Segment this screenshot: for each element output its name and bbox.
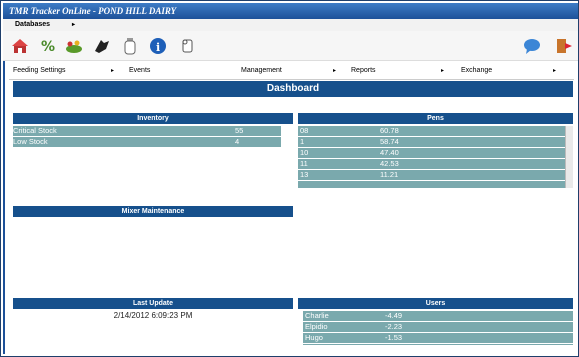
pen-value: 11.21 [380, 170, 399, 179]
window-title: TMR Tracker OnLine - POND HILL DAIRY [3, 3, 578, 19]
svg-text:%: % [41, 39, 55, 55]
user-name: Charlie [305, 311, 329, 320]
inventory-label: Low Stock [13, 137, 48, 146]
last-update-value: 2/14/2012 6:09:23 PM [113, 311, 193, 320]
pen-label: 13 [300, 170, 309, 179]
pens-panel: 08 60.78 1 58.74 10 47.40 11 42.53 13 11… [298, 126, 573, 188]
menu-databases[interactable]: Databases [15, 21, 50, 28]
pen-value: 60.78 [380, 126, 399, 135]
pen-value: 47.40 [380, 148, 399, 157]
exit-icon[interactable] [555, 37, 573, 55]
feed-icon[interactable] [65, 37, 83, 55]
bottle-icon[interactable] [121, 37, 139, 55]
mixer-maintenance-header: Mixer Maintenance [13, 206, 293, 217]
inventory-value: 4 [235, 137, 240, 146]
nav-events[interactable]: Events [129, 63, 150, 79]
chat-icon[interactable] [523, 37, 541, 55]
nav-management[interactable]: Management [241, 63, 282, 79]
pen-row[interactable]: 13 11.21 [298, 170, 573, 181]
nav-reports[interactable]: Reports [351, 63, 376, 79]
inventory-header: Inventory [13, 113, 293, 124]
dashboard-title: Dashboard [13, 81, 573, 97]
nav-bar: Feeding Settings ▸ Events Management ▸ R… [9, 63, 574, 80]
toolbar: % i [3, 31, 578, 61]
chevron-right-icon: ▸ [111, 68, 115, 74]
pen-label: 11 [300, 159, 308, 168]
pens-scrollbar[interactable] [565, 126, 573, 188]
inventory-row[interactable]: Low Stock 4 [13, 137, 281, 148]
home-icon[interactable] [11, 37, 29, 55]
user-name: Elpidio [305, 322, 328, 331]
inventory-row[interactable]: Critical Stock 55 [13, 126, 281, 137]
chevron-right-icon: ▸ [441, 68, 445, 74]
users-header: Users [298, 298, 573, 309]
last-update-header: Last Update [13, 298, 293, 309]
pens-header: Pens [298, 113, 573, 124]
nav-feeding-settings[interactable]: Feeding Settings [13, 63, 66, 79]
user-row[interactable]: Elpidio -2.23 [303, 322, 573, 333]
svg-text:i: i [156, 41, 160, 54]
left-border [3, 61, 5, 354]
user-row[interactable]: Charlie -4.49 [303, 311, 573, 322]
percent-icon[interactable]: % [39, 37, 57, 55]
nav-exchange[interactable]: Exchange [461, 63, 492, 79]
pen-value: 58.74 [380, 137, 399, 146]
chevron-right-icon: ▸ [333, 68, 337, 74]
inventory-label: Critical Stock [13, 126, 57, 135]
info-icon[interactable]: i [149, 37, 167, 55]
user-name: Hugo [305, 333, 323, 342]
inventory-value: 55 [235, 126, 244, 135]
menu-arrow-icon: ▸ [71, 22, 75, 28]
app-window: TMR Tracker OnLine - POND HILL DAIRY Dat… [0, 0, 579, 357]
pen-label: 10 [300, 148, 309, 157]
users-panel: Charlie -4.49 Elpidio -2.23 Hugo -1.53 [303, 311, 573, 345]
inventory-panel: Critical Stock 55 Low Stock 4 [13, 126, 281, 148]
chevron-right-icon: ▸ [553, 68, 557, 74]
menu-bar: Databases ▸ [3, 19, 578, 31]
user-value: -1.53 [385, 333, 403, 342]
mixer-icon[interactable] [93, 37, 111, 55]
pen-label: 08 [300, 126, 309, 135]
user-row[interactable]: Hugo -1.53 [303, 333, 573, 344]
user-value: -2.23 [385, 322, 403, 331]
scroll-icon[interactable] [179, 37, 197, 55]
user-value: -4.49 [385, 311, 403, 320]
pen-row[interactable]: 08 60.78 [298, 126, 573, 137]
pen-row[interactable]: 11 42.53 [298, 159, 573, 170]
pen-row[interactable]: 1 58.74 [298, 137, 573, 148]
pen-row[interactable]: 10 47.40 [298, 148, 573, 159]
pen-value: 42.53 [380, 159, 399, 168]
pen-label: 1 [300, 137, 305, 146]
